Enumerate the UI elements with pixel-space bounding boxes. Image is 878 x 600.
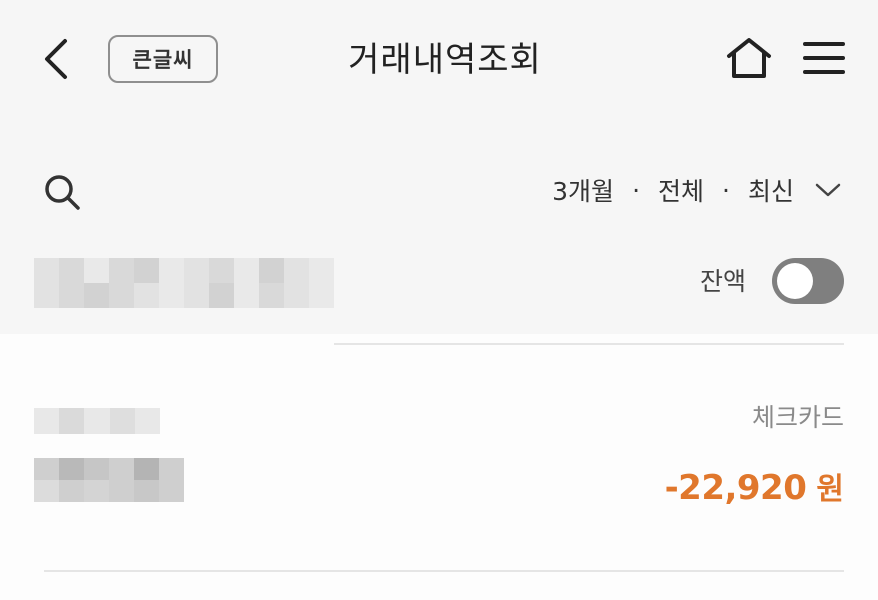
- app-header: 큰글씨 거래내역조회: [0, 0, 878, 120]
- filter-separator: ·: [632, 175, 641, 205]
- transaction-amount-value: -22,920: [664, 468, 807, 508]
- toggle-knob: [777, 263, 813, 299]
- divider: [44, 570, 844, 572]
- transaction-date-masked: [34, 408, 160, 434]
- search-icon: [45, 175, 80, 210]
- filter-dropdown[interactable]: 3개월 · 전체 · 최신: [552, 168, 842, 212]
- menu-button[interactable]: [798, 34, 850, 82]
- filter-type: 전체: [658, 177, 705, 206]
- chevron-left-icon: [45, 39, 67, 79]
- balance-toggle[interactable]: [772, 258, 844, 304]
- transaction-item[interactable]: 체크카드 -22,920 원: [0, 380, 878, 530]
- chevron-down-icon: [815, 183, 841, 197]
- transaction-amount-currency: 원: [816, 472, 844, 507]
- filter-sort: 최신: [747, 177, 794, 206]
- filter-period: 3개월: [552, 177, 615, 206]
- large-text-button[interactable]: 큰글씨: [108, 35, 218, 83]
- hamburger-menu-icon: [803, 42, 845, 74]
- back-button[interactable]: [34, 36, 78, 82]
- home-icon: [727, 38, 771, 78]
- home-button[interactable]: [722, 34, 776, 82]
- transaction-amount: -22,920 원: [665, 464, 844, 508]
- filter-separator: ·: [722, 175, 730, 205]
- balance-toggle-label: 잔액: [700, 267, 747, 296]
- transaction-type: 체크카드: [751, 403, 844, 432]
- transaction-name-masked: [34, 458, 184, 502]
- page-title: 거래내역조회: [348, 40, 542, 80]
- divider: [334, 343, 844, 345]
- account-number-masked: [34, 258, 334, 308]
- search-button[interactable]: [38, 168, 86, 216]
